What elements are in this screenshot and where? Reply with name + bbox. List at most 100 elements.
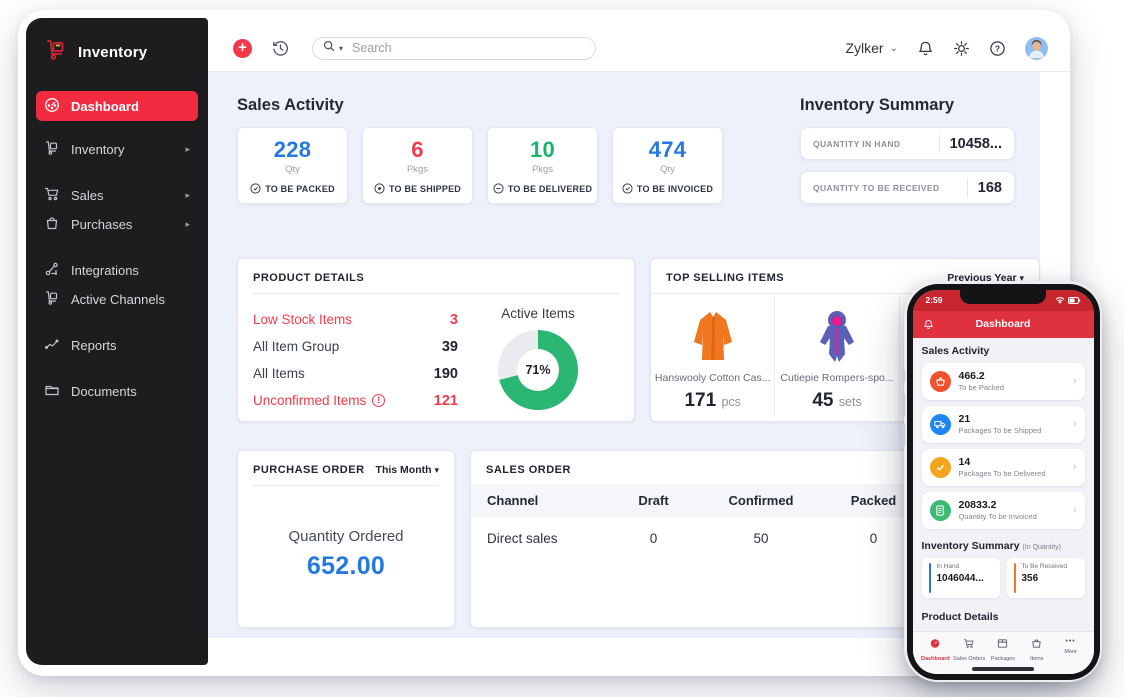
- col-draft[interactable]: Draft: [606, 484, 701, 517]
- quick-create-button[interactable]: +: [233, 38, 252, 58]
- sidebar: Inventory Dashboard Inventory ▸ Sales ▸ …: [26, 18, 208, 665]
- help-button[interactable]: ?: [989, 40, 1006, 57]
- quantity-in-hand-label: QUANTITY IN HAND: [813, 138, 901, 149]
- org-switcher[interactable]: Zylker ⌄: [845, 40, 898, 56]
- active-items-percent: 71%: [525, 363, 551, 377]
- all-item-group-row[interactable]: All Item Group 39: [253, 333, 458, 360]
- packages-tab-icon: [998, 638, 1008, 648]
- to-be-packed-unit: Qty: [285, 164, 300, 175]
- submenu-arrow-icon: ▸: [185, 219, 190, 229]
- phone-mute-switch: [902, 369, 905, 383]
- to-be-delivered-label: TO BE DELIVERED: [507, 183, 593, 194]
- sidebar-item-active-channels[interactable]: Active Channels: [36, 285, 198, 314]
- sidebar-item-dashboard[interactable]: Dashboard: [36, 91, 198, 121]
- phone-tab-more[interactable]: ••• More: [1054, 636, 1088, 674]
- quantity-in-hand-row[interactable]: QUANTITY IN HAND 10458...: [800, 127, 1015, 160]
- phone-to-be-received-label: To Be Received: [1021, 562, 1068, 570]
- sidebar-item-reports[interactable]: Reports: [36, 331, 198, 360]
- delivered-status-icon: [493, 183, 504, 194]
- cell-draft: 0: [649, 530, 658, 546]
- dashboard-tab-icon: [931, 638, 940, 648]
- bag-icon: [44, 215, 60, 234]
- all-items-row[interactable]: All Items 190: [253, 360, 458, 387]
- phone-power-button: [1101, 399, 1104, 435]
- to-be-shipped-card[interactable]: 6 Pkgs TO BE SHIPPED: [362, 127, 473, 204]
- phone-inventory-summary-title: Inventory Summary (In Quantity): [921, 539, 1061, 552]
- quantity-ordered-label: Quantity Ordered: [288, 528, 404, 545]
- to-be-packed-card[interactable]: 228 Qty TO BE PACKED: [237, 127, 348, 204]
- low-stock-items-value: 3: [449, 311, 458, 328]
- sidebar-item-label: Active Channels: [71, 292, 165, 307]
- phone-mockup: 2:59 Dashboard Sales Activity 466.2 To b…: [902, 281, 1104, 682]
- notifications-button[interactable]: [917, 40, 934, 57]
- quantity-to-be-received-value: 168: [977, 179, 1002, 196]
- cell-confirmed: 50: [753, 530, 769, 546]
- channels-icon: [44, 290, 60, 309]
- invoice-document-icon: [929, 499, 951, 521]
- phone-to-be-invoiced-card[interactable]: 20833.2 Quantity To be Invoiced ›: [921, 491, 1085, 529]
- cart-icon: [44, 186, 60, 205]
- phone-to-be-received-card[interactable]: To Be Received 356: [1006, 557, 1085, 598]
- phone-bell-icon[interactable]: [923, 317, 934, 335]
- top-item-1[interactable]: Hanswooly Cotton Cas... 171 pcs: [651, 294, 776, 418]
- phone-home-indicator[interactable]: [972, 667, 1034, 671]
- to-be-delivered-card[interactable]: 10 Pkgs TO BE DELIVERED: [487, 127, 598, 204]
- phone-in-hand-value: 1046044...: [936, 572, 984, 584]
- search-scope-caret-icon[interactable]: ▾: [339, 44, 343, 53]
- top-item-1-qty: 171: [684, 390, 717, 411]
- sidebar-item-label: Sales: [71, 188, 104, 203]
- col-channel[interactable]: Channel: [471, 484, 606, 517]
- phone-in-hand-label: In Hand: [936, 562, 960, 570]
- to-be-invoiced-card[interactable]: 474 Qty TO BE INVOICED: [612, 127, 723, 204]
- divider: [966, 178, 968, 197]
- low-stock-items-label: Low Stock Items: [253, 312, 353, 327]
- to-be-shipped-unit: Pkgs: [406, 164, 429, 175]
- sidebar-item-purchases[interactable]: Purchases ▸: [36, 210, 198, 239]
- unconfirmed-items-row[interactable]: Unconfirmed Items ! 121: [253, 387, 458, 414]
- all-items-value: 190: [433, 365, 458, 382]
- quantity-to-be-received-row[interactable]: QUANTITY TO BE RECEIVED 168: [800, 171, 1015, 204]
- top-item-1-unit: pcs: [721, 395, 741, 409]
- sidebar-item-integrations[interactable]: Integrations: [36, 256, 198, 285]
- search-input[interactable]: ▾ Search: [312, 36, 596, 60]
- sidebar-item-inventory[interactable]: Inventory ▸: [36, 135, 198, 164]
- stat-bar: [1013, 562, 1016, 593]
- phone-tab-dashboard[interactable]: Dashboard: [919, 636, 953, 674]
- phone-to-be-packed-card[interactable]: 466.2 To be Packed ›: [921, 362, 1085, 400]
- sidebar-item-sales[interactable]: Sales ▸: [36, 181, 198, 210]
- chevron-right-icon: ›: [1072, 418, 1077, 430]
- phone-shipped-value: 21: [958, 413, 971, 425]
- recent-history-button[interactable]: [271, 39, 290, 58]
- search-placeholder: Search: [352, 41, 392, 55]
- to-be-shipped-value: 6: [411, 137, 424, 162]
- purchase-order-period-dropdown[interactable]: This Month ▾: [376, 464, 439, 476]
- phone-screen: 2:59 Dashboard Sales Activity 466.2 To b…: [912, 289, 1094, 674]
- phone-packed-label: To be Packed: [958, 383, 1004, 392]
- product-details-card: PRODUCT DETAILS Low Stock Items 3 All It…: [237, 258, 635, 422]
- active-items-donut: 71%: [498, 330, 578, 410]
- phone-in-hand-card[interactable]: In Hand 1046044...: [921, 557, 1000, 598]
- to-be-invoiced-unit: Qty: [660, 164, 675, 175]
- all-item-group-value: 39: [441, 338, 458, 355]
- phone-time: 2:59: [925, 295, 943, 305]
- items-tab-icon: [1032, 639, 1041, 648]
- top-item-2-name: Cutiepie Rompers-spo...: [780, 372, 894, 384]
- phone-to-be-shipped-card[interactable]: 21 Packages To be Shipped ›: [921, 405, 1085, 443]
- app-logo[interactable]: Inventory: [36, 38, 198, 67]
- phone-to-be-delivered-card[interactable]: 14 Packages To be Delivered ›: [921, 448, 1085, 486]
- settings-button[interactable]: [953, 40, 970, 57]
- topbar: + ▾ Search Zylker ⌄ ?: [208, 25, 1070, 72]
- sidebar-item-documents[interactable]: Documents: [36, 377, 198, 406]
- user-avatar[interactable]: [1025, 36, 1048, 60]
- col-confirmed[interactable]: Confirmed: [701, 484, 821, 517]
- low-stock-items-row[interactable]: Low Stock Items 3: [253, 306, 458, 333]
- phone-volume-down-button: [902, 423, 905, 447]
- info-icon[interactable]: !: [372, 394, 386, 407]
- screenshot-stage: Inventory Dashboard Inventory ▸ Sales ▸ …: [0, 0, 1124, 697]
- top-item-2[interactable]: Cutiepie Rompers-spo... 45 sets: [775, 294, 900, 418]
- sidebar-item-label: Documents: [71, 384, 137, 399]
- chevron-right-icon: ›: [1072, 504, 1077, 516]
- top-item-2-unit: sets: [838, 395, 862, 409]
- product-details-title: PRODUCT DETAILS: [253, 272, 365, 284]
- folder-icon: [44, 382, 60, 401]
